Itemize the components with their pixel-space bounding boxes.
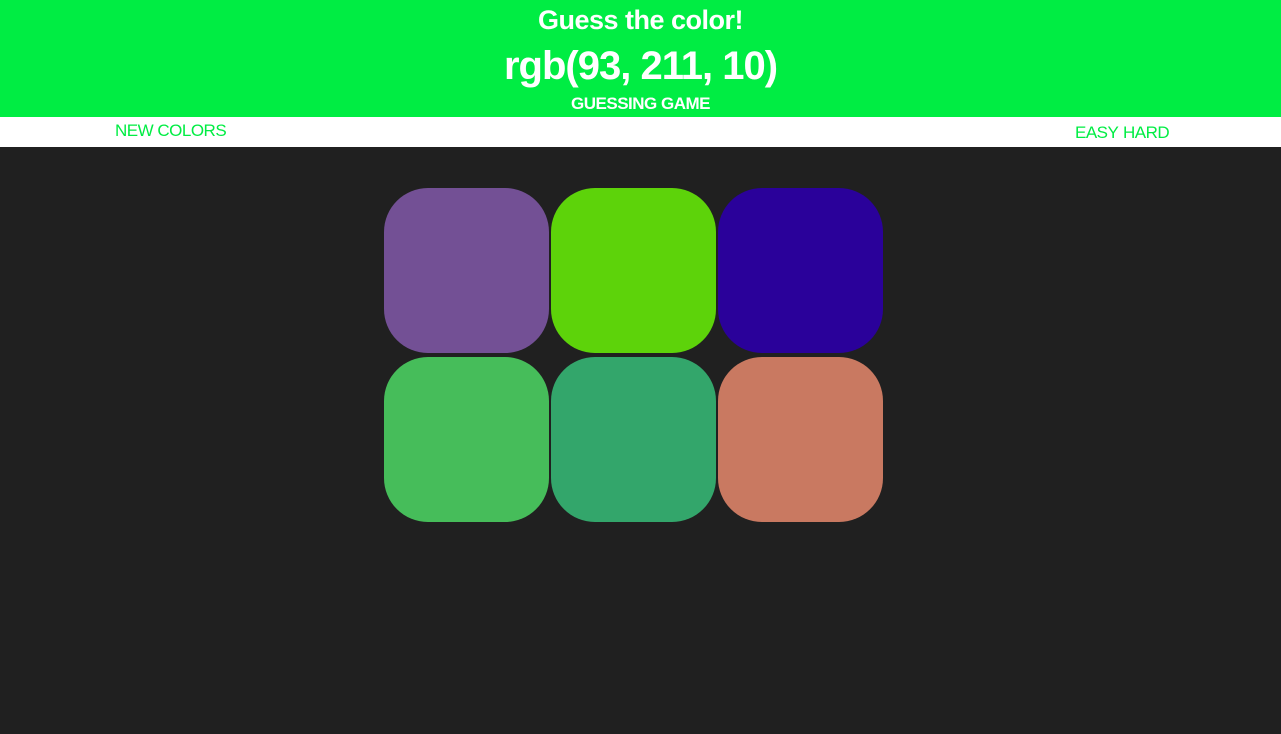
color-square[interactable]	[551, 188, 716, 353]
easy-mode-button[interactable]: EASY	[1075, 122, 1119, 144]
target-rgb-display: rgb(93, 211, 10)	[503, 44, 778, 88]
page-title: Guess the color!	[537, 5, 744, 35]
color-square[interactable]	[718, 357, 883, 522]
new-colors-button[interactable]: NEW COLORS	[115, 120, 227, 142]
color-square[interactable]	[384, 188, 549, 353]
control-bar: NEW COLORS EASY HARD	[0, 117, 1281, 147]
color-square[interactable]	[718, 188, 883, 353]
color-square[interactable]	[384, 357, 549, 522]
header-banner: Guess the color! rgb(93, 211, 10) GUESSI…	[0, 0, 1281, 117]
color-square[interactable]	[551, 357, 716, 522]
hard-mode-button[interactable]: HARD	[1123, 122, 1170, 144]
color-grid	[384, 188, 883, 522]
page-subtitle: GUESSING GAME	[571, 94, 710, 113]
